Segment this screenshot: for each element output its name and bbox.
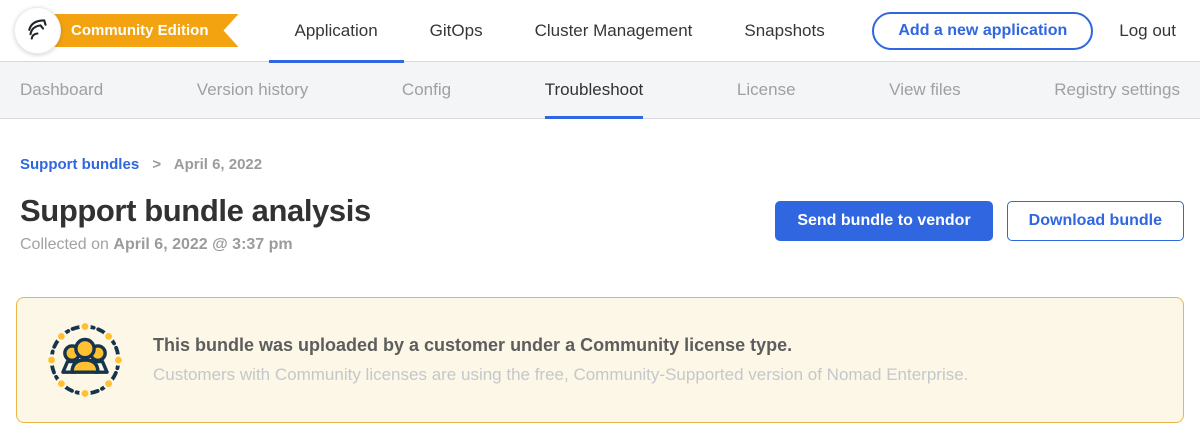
title-row: Support bundle analysis Collected on Apr… [20,193,1180,254]
subnav-item-view-files[interactable]: View files [889,62,961,118]
community-people-icon [47,322,123,398]
community-license-notice: This bundle was uploaded by a customer u… [16,297,1184,423]
title-block: Support bundle analysis Collected on Apr… [20,193,371,254]
brand: Community Edition [14,7,239,54]
community-edition-label: Community Edition [71,22,209,39]
download-bundle-button[interactable]: Download bundle [1007,201,1184,241]
add-application-button[interactable]: Add a new application [872,12,1093,50]
tab-gitops[interactable]: GitOps [404,0,509,62]
subnav-item-version-history[interactable]: Version history [197,62,309,118]
subnav-item-config[interactable]: Config [402,62,451,118]
replicated-logo-icon [14,7,61,54]
logout-link[interactable]: Log out [1119,21,1176,41]
topnav-right: Add a new application Log out [872,12,1176,50]
subnav-item-troubleshoot[interactable]: Troubleshoot [545,62,644,118]
breadcrumb-separator: > [152,156,161,173]
tab-application[interactable]: Application [269,0,404,62]
breadcrumb-current: April 6, 2022 [174,156,262,173]
collected-prefix: Collected on [20,236,109,253]
notice-heading: This bundle was uploaded by a customer u… [153,335,968,356]
main-content: Support bundles > April 6, 2022 Support … [0,156,1200,423]
send-bundle-to-vendor-button[interactable]: Send bundle to vendor [775,201,992,241]
subnav-item-dashboard[interactable]: Dashboard [20,62,103,118]
bundle-actions: Send bundle to vendor Download bundle [775,201,1184,241]
primary-nav: Application GitOps Cluster Management Sn… [269,0,851,62]
breadcrumb: Support bundles > April 6, 2022 [20,156,1180,173]
notice-text: This bundle was uploaded by a customer u… [153,335,968,385]
subnav-item-registry-settings[interactable]: Registry settings [1054,62,1180,118]
collected-timestamp: Collected on April 6, 2022 @ 3:37 pm [20,236,371,254]
page-title: Support bundle analysis [20,193,371,229]
top-navbar: Community Edition Application GitOps Clu… [0,0,1200,62]
notice-body: Customers with Community licenses are us… [153,365,968,385]
breadcrumb-support-bundles-link[interactable]: Support bundles [20,156,139,173]
community-edition-banner: Community Edition [41,14,239,47]
app-subnav: Dashboard Version history Config Trouble… [0,62,1200,119]
tab-snapshots[interactable]: Snapshots [718,0,850,62]
tab-cluster-management[interactable]: Cluster Management [509,0,719,62]
subnav-item-license[interactable]: License [737,62,796,118]
collected-date: April 6, 2022 @ 3:37 pm [113,236,292,253]
